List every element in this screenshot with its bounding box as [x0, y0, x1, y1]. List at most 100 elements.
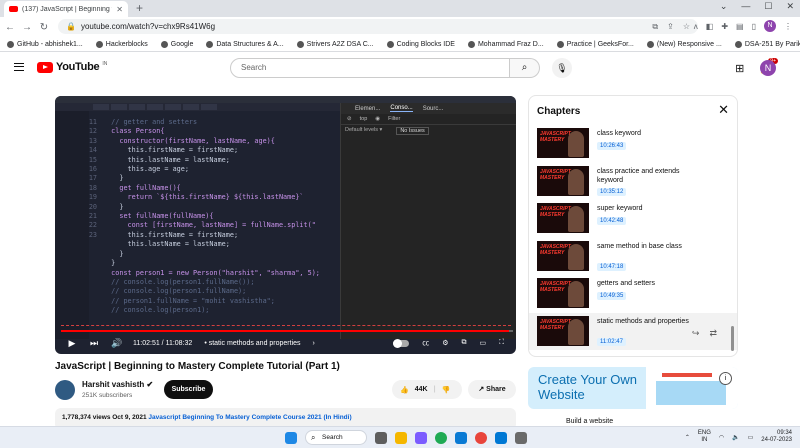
autoplay-toggle[interactable]	[393, 338, 410, 348]
views-date: 1,778,374 views Oct 9, 2021	[62, 414, 147, 421]
search-input[interactable]: Search	[230, 58, 510, 78]
channel-avatar[interactable]	[55, 380, 75, 400]
chapter-chevron-icon[interactable]: ›	[313, 340, 315, 347]
browser-tab[interactable]: (137) JavaScript | Beginning to M ✕	[4, 1, 128, 17]
chapters-scrollbar[interactable]	[731, 326, 734, 351]
play-icon[interactable]: ▶	[67, 338, 77, 349]
task-view-icon[interactable]	[375, 431, 387, 444]
share-chapter-icon[interactable]: ↪	[692, 328, 700, 339]
chrome-profile-icon[interactable]	[475, 431, 487, 444]
chapter-timestamp[interactable]: 11:02:47	[597, 337, 626, 346]
tab-search-icon[interactable]: ▤	[736, 22, 744, 31]
line-number: 21	[88, 212, 97, 221]
minimize-icon[interactable]: —	[741, 1, 750, 12]
reload-icon[interactable]: ↻	[37, 22, 51, 33]
battery-icon[interactable]: ▭	[748, 434, 754, 441]
chapter-thumbnail: JAVASCRIPT MASTERY	[537, 128, 589, 158]
new-tab-button[interactable]: +	[136, 1, 143, 15]
chevron-down-icon[interactable]: ⌄	[720, 1, 728, 12]
current-chapter-label[interactable]: • static methods and properties	[204, 340, 300, 347]
extension-reader-icon[interactable]: ◧	[706, 22, 714, 31]
hamburger-menu-icon[interactable]	[14, 63, 24, 71]
chapter-item[interactable]: JAVASCRIPT MASTERY super keyword 10:42:48	[529, 200, 737, 237]
description-link[interactable]: Javascript Beginning To Mastery Complete…	[148, 414, 351, 421]
share-page-icon[interactable]: ⇪	[667, 22, 674, 32]
like-count[interactable]: 44K	[415, 386, 428, 393]
chapter-item[interactable]: JAVASCRIPT MASTERY getters and setters 10:…	[529, 275, 737, 312]
chapter-timestamp[interactable]: 10:42:48	[597, 217, 627, 225]
profile-avatar[interactable]: N	[764, 20, 776, 32]
chapter-timestamp[interactable]: 10:47:18	[597, 262, 627, 271]
line-number: 17	[88, 174, 97, 183]
create-video-icon[interactable]: ⊞	[735, 62, 744, 75]
chapter-item[interactable]: JAVASCRIPT MASTERY same method in base cl…	[529, 238, 737, 275]
line-number: 19	[88, 193, 97, 202]
loop-icon[interactable]: ⇄	[709, 328, 717, 339]
teams-icon[interactable]	[415, 431, 427, 444]
share-button[interactable]: ↗ Share	[468, 380, 516, 399]
edge-icon[interactable]	[455, 431, 467, 444]
youtube-logo[interactable]: YouTube IN	[37, 61, 107, 73]
omnibox[interactable]: 🔒 youtube.com/watch?v=chx9Rs41W6g ⧉ ⇪ ☆	[58, 19, 698, 34]
ad-banner[interactable]: Create Your Own Website i	[528, 367, 738, 409]
channel-name[interactable]: Harshit vashisth ✔	[82, 380, 153, 389]
side-panel-icon[interactable]: ▯	[752, 22, 756, 31]
subscribe-button[interactable]: Subscribe	[164, 380, 213, 399]
maximize-icon[interactable]: ☐	[764, 1, 772, 12]
bookmark-item[interactable]: Coding Blocks IDE	[386, 40, 455, 48]
dislike-icon[interactable]: 👎	[442, 386, 451, 394]
miniplayer-icon[interactable]: ⧉	[461, 339, 466, 347]
bookmark-item[interactable]: Practice | GeeksFor...	[556, 40, 634, 48]
ad-next-title[interactable]: Build a website	[566, 418, 613, 425]
video-player[interactable]: 11 12 13 14 15 16 17 18 19 20 21 22 23 // getter and…	[55, 96, 516, 354]
clock[interactable]: 09:34 24-07-2023	[761, 430, 792, 444]
forward-icon[interactable]: →	[20, 22, 34, 33]
next-video-icon[interactable]: ⏭	[89, 338, 99, 349]
bookmark-item[interactable]: Mohammad Fraz D...	[467, 40, 544, 48]
settings-gear-icon[interactable]: ⚙	[442, 339, 448, 347]
taskbar-search[interactable]: Search	[305, 430, 367, 445]
language-indicator[interactable]: ENG IN	[698, 430, 711, 444]
close-window-icon[interactable]: ✕	[786, 1, 794, 12]
thumbnail-text: JAVASCRIPT MASTERY	[540, 168, 571, 181]
bookmark-item[interactable]: DSA-251 By Parikh...	[734, 40, 800, 48]
chapter-item[interactable]: JAVASCRIPT MASTERY class keyword 10:26:43	[529, 125, 737, 162]
windows-start-icon[interactable]	[285, 431, 297, 444]
wifi-icon[interactable]: ◠	[719, 434, 724, 441]
bookmark-item[interactable]: Google	[160, 40, 193, 48]
bookmark-item[interactable]: Hackerblocks	[95, 40, 148, 48]
bookmark-item[interactable]: Strivers A2Z DSA C...	[296, 40, 374, 48]
ad-info-icon[interactable]: i	[719, 372, 732, 385]
chapter-timestamp[interactable]: 10:49:35	[597, 292, 627, 300]
line-number: 11	[88, 118, 97, 126]
volume-tray-icon[interactable]: 🔈	[732, 434, 739, 441]
voice-search-button[interactable]: 🎙	[552, 58, 572, 78]
fullscreen-icon[interactable]: ⛶	[499, 339, 504, 347]
bookmark-item[interactable]: (New) Responsive ...	[646, 40, 722, 48]
devtools-toolbar: ⊘ top ◉ Filter	[341, 114, 516, 125]
back-icon[interactable]: ←	[3, 22, 17, 33]
chapter-timestamp[interactable]: 10:26:43	[597, 142, 627, 150]
volume-icon[interactable]: 🔊	[111, 338, 122, 349]
theater-mode-icon[interactable]: ▭	[479, 339, 486, 347]
bookmark-item[interactable]: Data Structures & A...	[206, 40, 284, 48]
file-explorer-icon[interactable]	[395, 431, 407, 444]
chapter-timestamp[interactable]: 10:35:12	[597, 187, 627, 196]
account-avatar[interactable]: N	[760, 60, 776, 76]
close-tab-icon[interactable]: ✕	[116, 5, 123, 14]
captions-icon[interactable]: ㏄	[422, 338, 429, 348]
extension-puzzle-icon[interactable]: ✚	[721, 22, 728, 31]
open-in-app-icon[interactable]: ⧉	[652, 22, 658, 32]
tray-chevron-icon[interactable]: ⌃	[685, 434, 690, 441]
close-icon[interactable]: ✕	[718, 102, 729, 118]
chrome-icon[interactable]	[435, 431, 447, 444]
bookmark-star-icon[interactable]: ☆	[683, 22, 690, 32]
chapter-item[interactable]: JAVASCRIPT MASTERY class practice and ext…	[529, 163, 737, 200]
extension-n-icon[interactable]: ʌ	[694, 22, 698, 31]
like-icon[interactable]: 👍	[400, 386, 409, 394]
browser-menu-icon[interactable]: ⋮	[784, 22, 792, 31]
bookmark-item[interactable]: GitHub - abhishek1...	[7, 40, 83, 48]
vscode-icon[interactable]	[495, 431, 507, 444]
snipping-tool-icon[interactable]	[515, 431, 527, 444]
search-button[interactable]: ⌕	[510, 58, 540, 78]
